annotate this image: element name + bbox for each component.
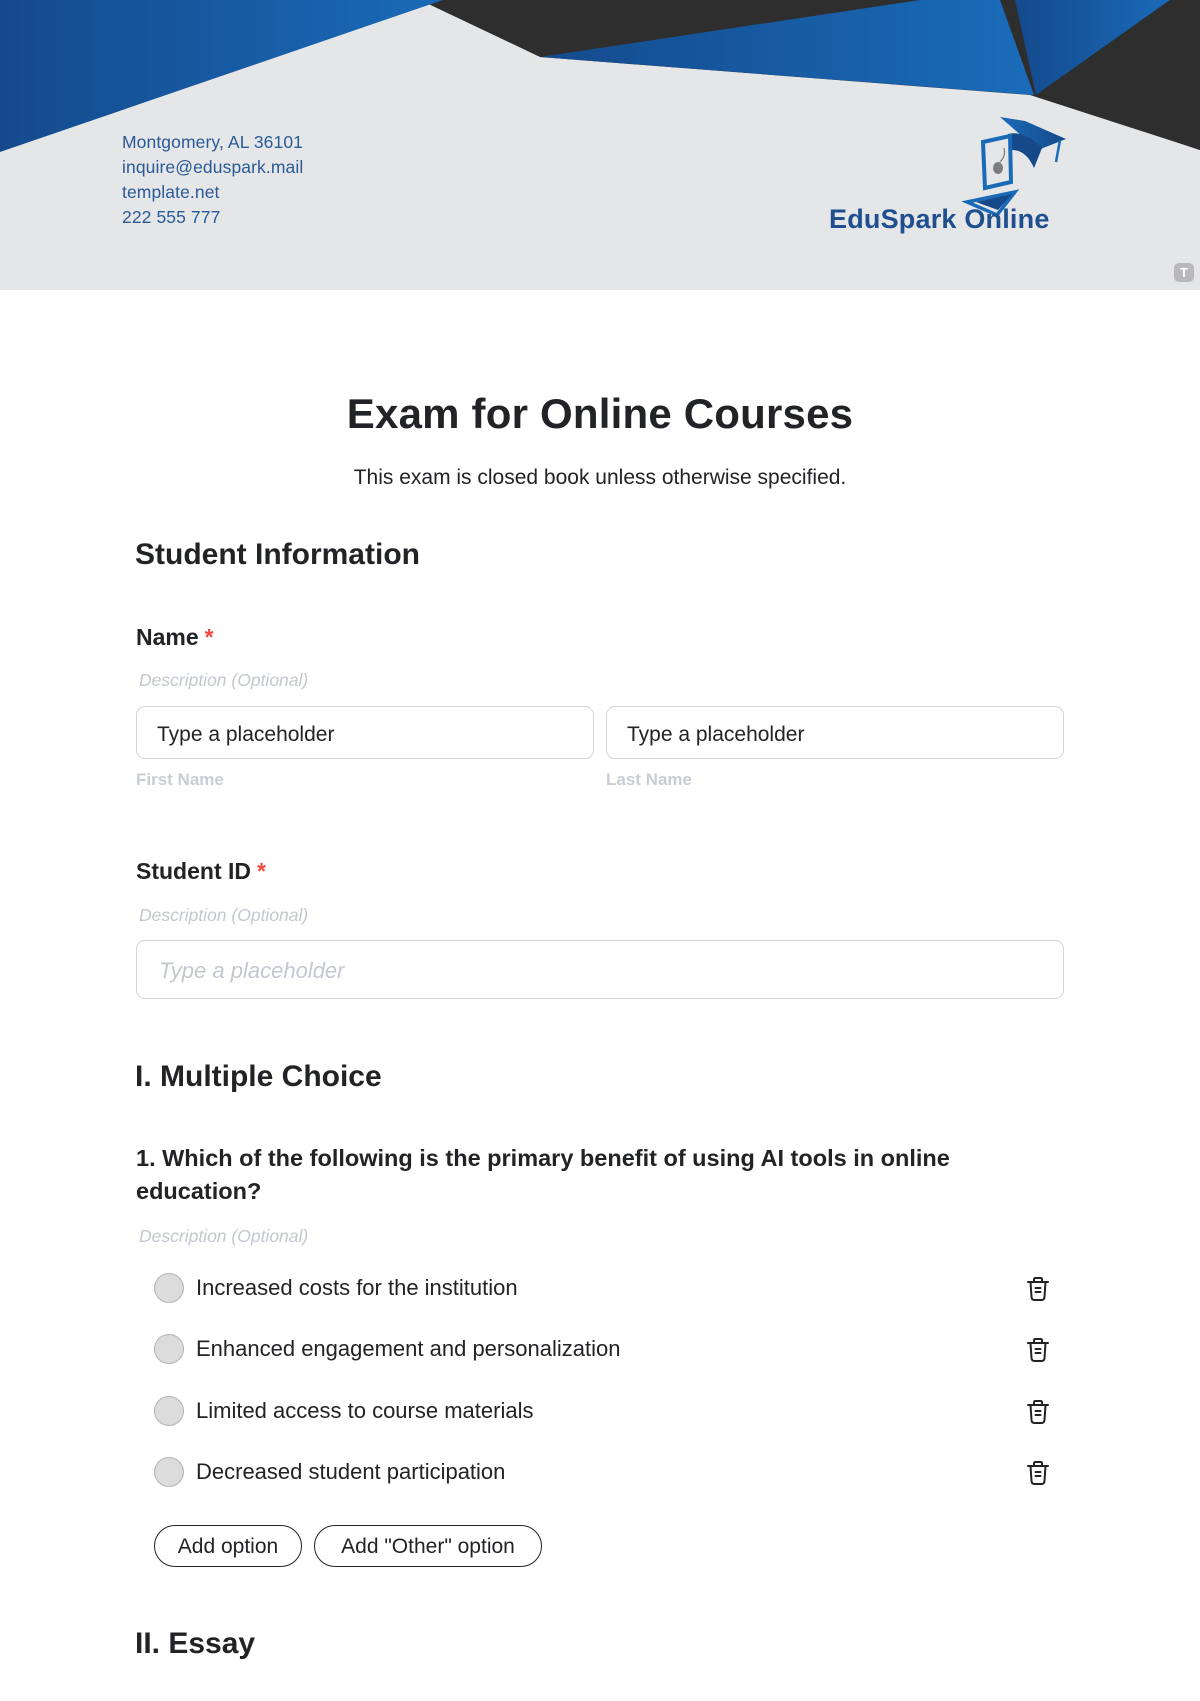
form-subtitle: This exam is closed book unless otherwis…: [353, 466, 847, 489]
last-name-sublabel: Last Name: [606, 770, 692, 789]
add-other-option-button[interactable]: Add "Other" option: [314, 1525, 542, 1567]
letterhead-header: Montgomery, AL 36101 inquire@eduspark.ma…: [0, 0, 1200, 290]
contact-email: inquire@eduspark.mail: [122, 157, 304, 177]
section-title-essay: II. Essay: [135, 1627, 256, 1660]
student-id-description[interactable]: Description (Optional): [139, 905, 308, 926]
trash-icon[interactable]: [1024, 1275, 1052, 1303]
name-field-label: Name *: [136, 624, 214, 651]
add-option-button[interactable]: Add option: [154, 1525, 302, 1567]
required-asterisk: *: [257, 858, 266, 884]
brand-name: EduSpark Online: [829, 204, 1050, 234]
name-description[interactable]: Description (Optional): [139, 670, 308, 691]
trash-icon[interactable]: [1024, 1336, 1052, 1364]
option-item[interactable]: Increased costs for the institution: [154, 1271, 1054, 1307]
question-1-description[interactable]: Description (Optional): [139, 1226, 308, 1247]
option-label[interactable]: Increased costs for the institution: [196, 1275, 518, 1301]
section-title-multiple-choice: I. Multiple Choice: [135, 1060, 382, 1093]
first-name-value: Type a placeholder: [157, 723, 335, 746]
student-id-placeholder: Type a placeholder: [159, 958, 345, 983]
template-badge-icon[interactable]: T: [1174, 263, 1194, 282]
radio-button[interactable]: [154, 1457, 184, 1487]
student-id-field-label: Student ID *: [136, 858, 266, 885]
contact-address: Montgomery, AL 36101: [122, 132, 303, 152]
option-label[interactable]: Enhanced engagement and personalization: [196, 1336, 620, 1362]
required-asterisk: *: [204, 624, 214, 650]
first-name-sublabel: First Name: [136, 770, 224, 789]
option-label[interactable]: Limited access to course materials: [196, 1398, 533, 1424]
option-item[interactable]: Limited access to course materials: [154, 1394, 1054, 1430]
last-name-input[interactable]: Type a placeholder: [606, 706, 1064, 759]
option-label[interactable]: Decreased student participation: [196, 1459, 505, 1485]
trash-icon[interactable]: [1024, 1398, 1052, 1426]
option-item[interactable]: Enhanced engagement and personalization: [154, 1332, 1054, 1368]
contact-website: template.net: [122, 182, 220, 202]
student-id-label-text: Student ID: [136, 858, 251, 884]
last-name-value: Type a placeholder: [627, 723, 805, 746]
contact-phone: 222 555 777: [122, 207, 221, 227]
section-title-student-information: Student Information: [135, 538, 420, 571]
first-name-input[interactable]: Type a placeholder: [136, 706, 594, 759]
name-label-text: Name: [136, 624, 199, 650]
question-1-text: 1. Which of the following is the primary…: [136, 1145, 950, 1204]
trash-icon[interactable]: [1024, 1459, 1052, 1487]
contact-info: Montgomery, AL 36101 inquire@eduspark.ma…: [122, 130, 303, 230]
student-id-input[interactable]: Type a placeholder: [136, 940, 1064, 999]
radio-button[interactable]: [154, 1334, 184, 1364]
form-title: Exam for Online Courses: [346, 390, 854, 437]
radio-button[interactable]: [154, 1396, 184, 1426]
radio-button[interactable]: [154, 1273, 184, 1303]
option-item[interactable]: Decreased student participation: [154, 1455, 1054, 1491]
